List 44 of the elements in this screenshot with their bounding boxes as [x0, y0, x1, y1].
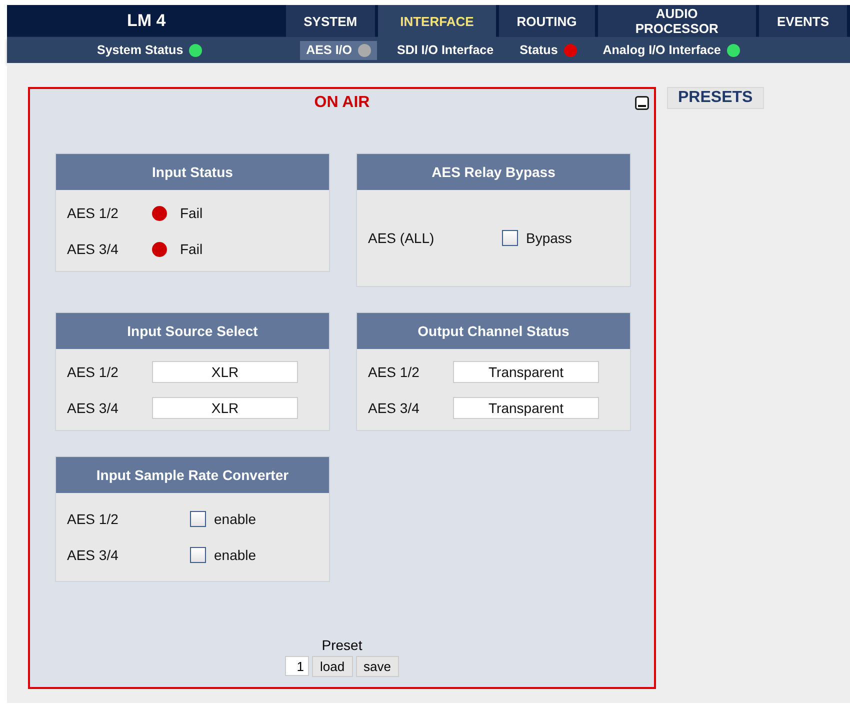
app-title: LM 4: [126, 10, 167, 32]
sub-nav-item[interactable]: SDI I/O Interface: [391, 40, 500, 60]
channel-label: AES 1/2: [67, 364, 120, 380]
save-button[interactable]: save: [356, 656, 400, 677]
load-button[interactable]: load: [312, 656, 353, 677]
value-field: XLR: [152, 397, 298, 419]
channel-label: AES 3/4: [67, 400, 120, 416]
section-header: AES Relay Bypass: [357, 154, 630, 190]
section-header: Output Channel Status: [357, 313, 630, 349]
nav-tab[interactable]: EVENTS: [758, 5, 847, 37]
nav-tab[interactable]: INTERFACE: [378, 5, 496, 37]
checkbox[interactable]: [190, 511, 206, 527]
checkbox[interactable]: [502, 230, 518, 246]
section-header: Input Source Select: [56, 313, 329, 349]
presets-button[interactable]: PRESETS: [667, 87, 764, 109]
value-field: XLR: [152, 361, 298, 383]
checkbox[interactable]: [190, 547, 206, 563]
preset-number-field[interactable]: 1: [284, 656, 309, 676]
status-text: Fail: [180, 241, 203, 257]
sub-nav-item[interactable]: AES I/O: [300, 40, 377, 60]
channel-label: AES 1/2: [67, 511, 120, 527]
section-header: Input Status: [56, 154, 329, 190]
checkbox-label: Bypass: [526, 230, 572, 246]
nav-tab[interactable]: ROUTING: [498, 5, 595, 37]
channel-label: AES (ALL): [368, 230, 436, 246]
sub-nav-item[interactable]: Status: [514, 40, 583, 60]
channel-label: AES 1/2: [368, 364, 420, 380]
sub-nav-item[interactable]: System Status: [91, 40, 208, 60]
value-field: Transparent: [453, 397, 599, 419]
minimize-icon[interactable]: [635, 96, 649, 110]
channel-label: AES 3/4: [368, 400, 420, 416]
checkbox-label: enable: [214, 547, 256, 563]
panel-title: ON AIR: [313, 94, 371, 112]
preset-label: Preset: [322, 637, 362, 653]
value-field: Transparent: [453, 361, 599, 383]
section-header: Input Sample Rate Converter: [56, 457, 329, 493]
checkbox-label: enable: [214, 511, 256, 527]
channel-label: AES 3/4: [67, 547, 120, 563]
nav-tab[interactable]: SYSTEM: [286, 5, 376, 37]
channel-label: AES 1/2: [67, 205, 120, 221]
channel-label: AES 3/4: [67, 241, 120, 257]
status-text: Fail: [180, 205, 203, 221]
nav-tab[interactable]: AUDIO PROCESSOR: [598, 5, 756, 37]
sub-nav-item[interactable]: Analog I/O Interface: [596, 40, 746, 60]
